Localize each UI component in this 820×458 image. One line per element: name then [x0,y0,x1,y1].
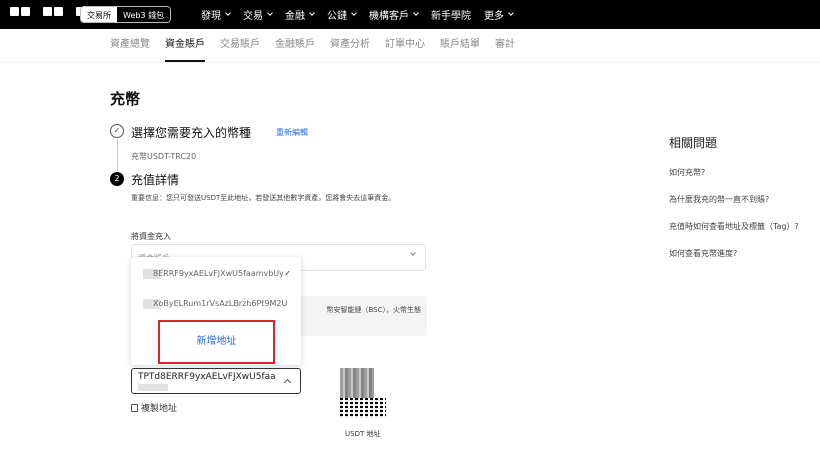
chevron-down-icon [309,10,315,16]
address-option-text: 8ERRF9yxAELvFJXwU5faamvbUy [153,269,284,278]
subnav-tab[interactable]: 訂單中心 [385,36,425,62]
important-notice: 重要信息：您只可發送USDT至此地址，若發送其他數字資產，您將會失去這筆資金。 [131,194,396,202]
related-questions-title: 相關問題 [669,136,718,150]
nav-item-label: 公鏈 [327,11,347,22]
new-address-button[interactable]: 新增地址 [160,322,273,362]
subnav-tab[interactable]: 資產分析 [330,36,370,62]
step1-check-icon: ✓ [110,124,124,138]
nav-item-label: 交易 [243,11,263,22]
nav-item[interactable]: 機構客戶 [369,7,419,22]
step2-title: 充值詳情 [131,173,180,187]
web3-wallet-tab[interactable]: Web3 錢包 [117,7,171,22]
chevron-down-icon [267,10,273,16]
step2-number: 2 [110,172,124,186]
address-option[interactable]: 8ERRF9yxAELvFJXwU5faamvbUy ✓ [131,263,301,285]
check-icon: ✓ [284,269,291,278]
chevron-down-icon [508,10,514,16]
copy-address-label: 複製地址 [141,404,178,414]
nav-item-label: 金融 [285,11,305,22]
deposit-address-select[interactable]: TPTd8ERRF9yxAELvFJXwU5faa [131,368,301,394]
asset-subnav: 資產總覽 資金賬戶 交易賬戶 金融賬戶 資產分析 訂單中心 賬戶結單 審計 [110,36,530,62]
nav-item[interactable]: 更多 [484,7,514,22]
nav-item-label: 發現 [201,11,221,22]
subnav-divider [0,62,820,63]
subnav-tab[interactable]: 審計 [495,36,515,62]
chevron-down-icon [351,10,357,16]
deposit-address-value: TPTd8ERRF9yxAELvFJXwU5faa [138,372,276,382]
nav-item[interactable]: 新手學院 [431,7,471,22]
new-address-highlight: 新增地址 [158,320,275,364]
faq-link[interactable]: 為什麼我充的幣一直不到賬? [669,194,769,205]
blurred-address-suffix [138,384,168,391]
step-connector [117,139,118,171]
nav-item-label: 更多 [484,11,504,22]
address-option[interactable]: XoByELRum1rVsAzLBrzh6Pt9M2U [131,293,301,315]
main-nav: 發現 交易 金融 公鏈 機構客戶 新手學院 更多 [201,0,526,29]
nav-item-label: 機構客戶 [369,11,409,22]
address-option-text: XoByELRum1rVsAzLBrzh6Pt9M2U [153,299,288,308]
network-note: 幣安智能鏈（BSC），火幣生態 [326,306,421,314]
qr-blurred-area [340,368,374,398]
subnav-tab[interactable]: 資金賬戶 [165,36,205,62]
step1-title: 選擇您需要充入的幣種 [131,126,252,140]
chevron-up-icon [283,378,292,387]
subnav-tab[interactable]: 資產總覽 [110,36,150,62]
exchange-tab[interactable]: 交易所 [81,7,117,22]
faq-link[interactable]: 如何充幣? [669,167,705,178]
nav-item[interactable]: 公鏈 [327,7,357,22]
top-nav-bar: 交易所 Web3 錢包 發現 交易 金融 公鏈 機構客戶 新手學院 更多 [0,0,820,29]
platform-switch[interactable]: 交易所 Web3 錢包 [80,6,172,23]
faq-link[interactable]: 如何查看充幣進度? [669,248,737,259]
chevron-down-icon [225,10,231,16]
faq-link[interactable]: 充值時如何查看地址及標籤（Tag）? [669,221,799,232]
subnav-tab[interactable]: 賬戶結單 [440,36,480,62]
nav-item[interactable]: 金融 [285,7,315,22]
subnav-tab[interactable]: 金融賬戶 [275,36,315,62]
page-title: 充幣 [110,90,141,108]
chevron-down-icon [413,10,419,16]
subnav-tab[interactable]: 交易賬戶 [220,36,260,62]
reselect-link[interactable]: 重新編輯 [276,127,308,138]
chevron-down-icon [410,250,416,256]
qr-label: USDT 地址 [345,430,381,438]
nav-item[interactable]: 發現 [201,7,231,22]
qr-pattern [340,398,386,418]
selected-coin: 充幣USDT-TRC20 [131,152,197,161]
copy-icon [131,403,138,412]
qr-code [340,368,386,418]
deposit-to-label: 將資金充入 [131,232,171,241]
nav-item[interactable]: 交易 [243,7,273,22]
copy-address-button[interactable]: 複製地址 [131,401,177,414]
nav-item-label: 新手學院 [431,11,471,22]
